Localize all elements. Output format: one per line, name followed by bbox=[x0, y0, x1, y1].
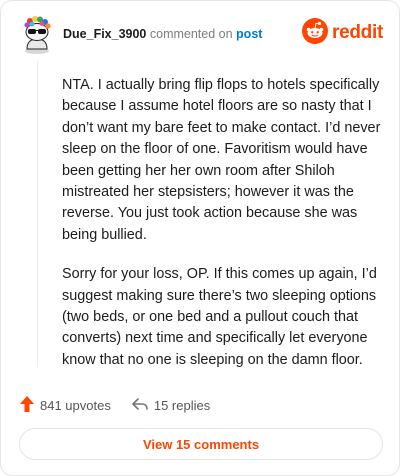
upvote-count: 841 upvotes bbox=[40, 397, 111, 413]
thread-line bbox=[37, 61, 38, 367]
comment-meta: Due_Fix_3900 commented on post bbox=[63, 27, 262, 41]
replies-button[interactable]: 15 replies bbox=[131, 396, 210, 415]
reddit-wordmark: reddit bbox=[332, 22, 383, 43]
reply-arrow-icon bbox=[131, 396, 154, 415]
comment-header: Due_Fix_3900 commented on post reddit bbox=[19, 15, 383, 55]
view-comments-button[interactable]: View 15 comments bbox=[19, 428, 383, 460]
reddit-alien-icon bbox=[302, 17, 329, 49]
post-link[interactable]: post bbox=[236, 27, 262, 41]
replies-count: 15 replies bbox=[153, 397, 211, 413]
commented-on-label: commented on bbox=[149, 27, 233, 41]
comment-paragraph: NTA. I actually bring flip flops to hote… bbox=[62, 77, 381, 243]
comment-actions: 841 upvotes 15 replies bbox=[19, 394, 210, 416]
reddit-logo[interactable]: reddit bbox=[302, 17, 383, 49]
upvote-button[interactable]: 841 upvotes bbox=[19, 395, 111, 416]
comment-body: NTA. I actually bring flip flops to hote… bbox=[62, 75, 384, 389]
upvote-arrow-icon bbox=[19, 395, 40, 416]
comment-paragraph: Sorry for your loss, OP. If this comes u… bbox=[62, 266, 377, 368]
snoo-avatar-icon[interactable] bbox=[19, 15, 57, 55]
comment-card: Due_Fix_3900 commented on post reddit NT… bbox=[0, 0, 400, 476]
username[interactable]: Due_Fix_3900 bbox=[63, 27, 146, 41]
